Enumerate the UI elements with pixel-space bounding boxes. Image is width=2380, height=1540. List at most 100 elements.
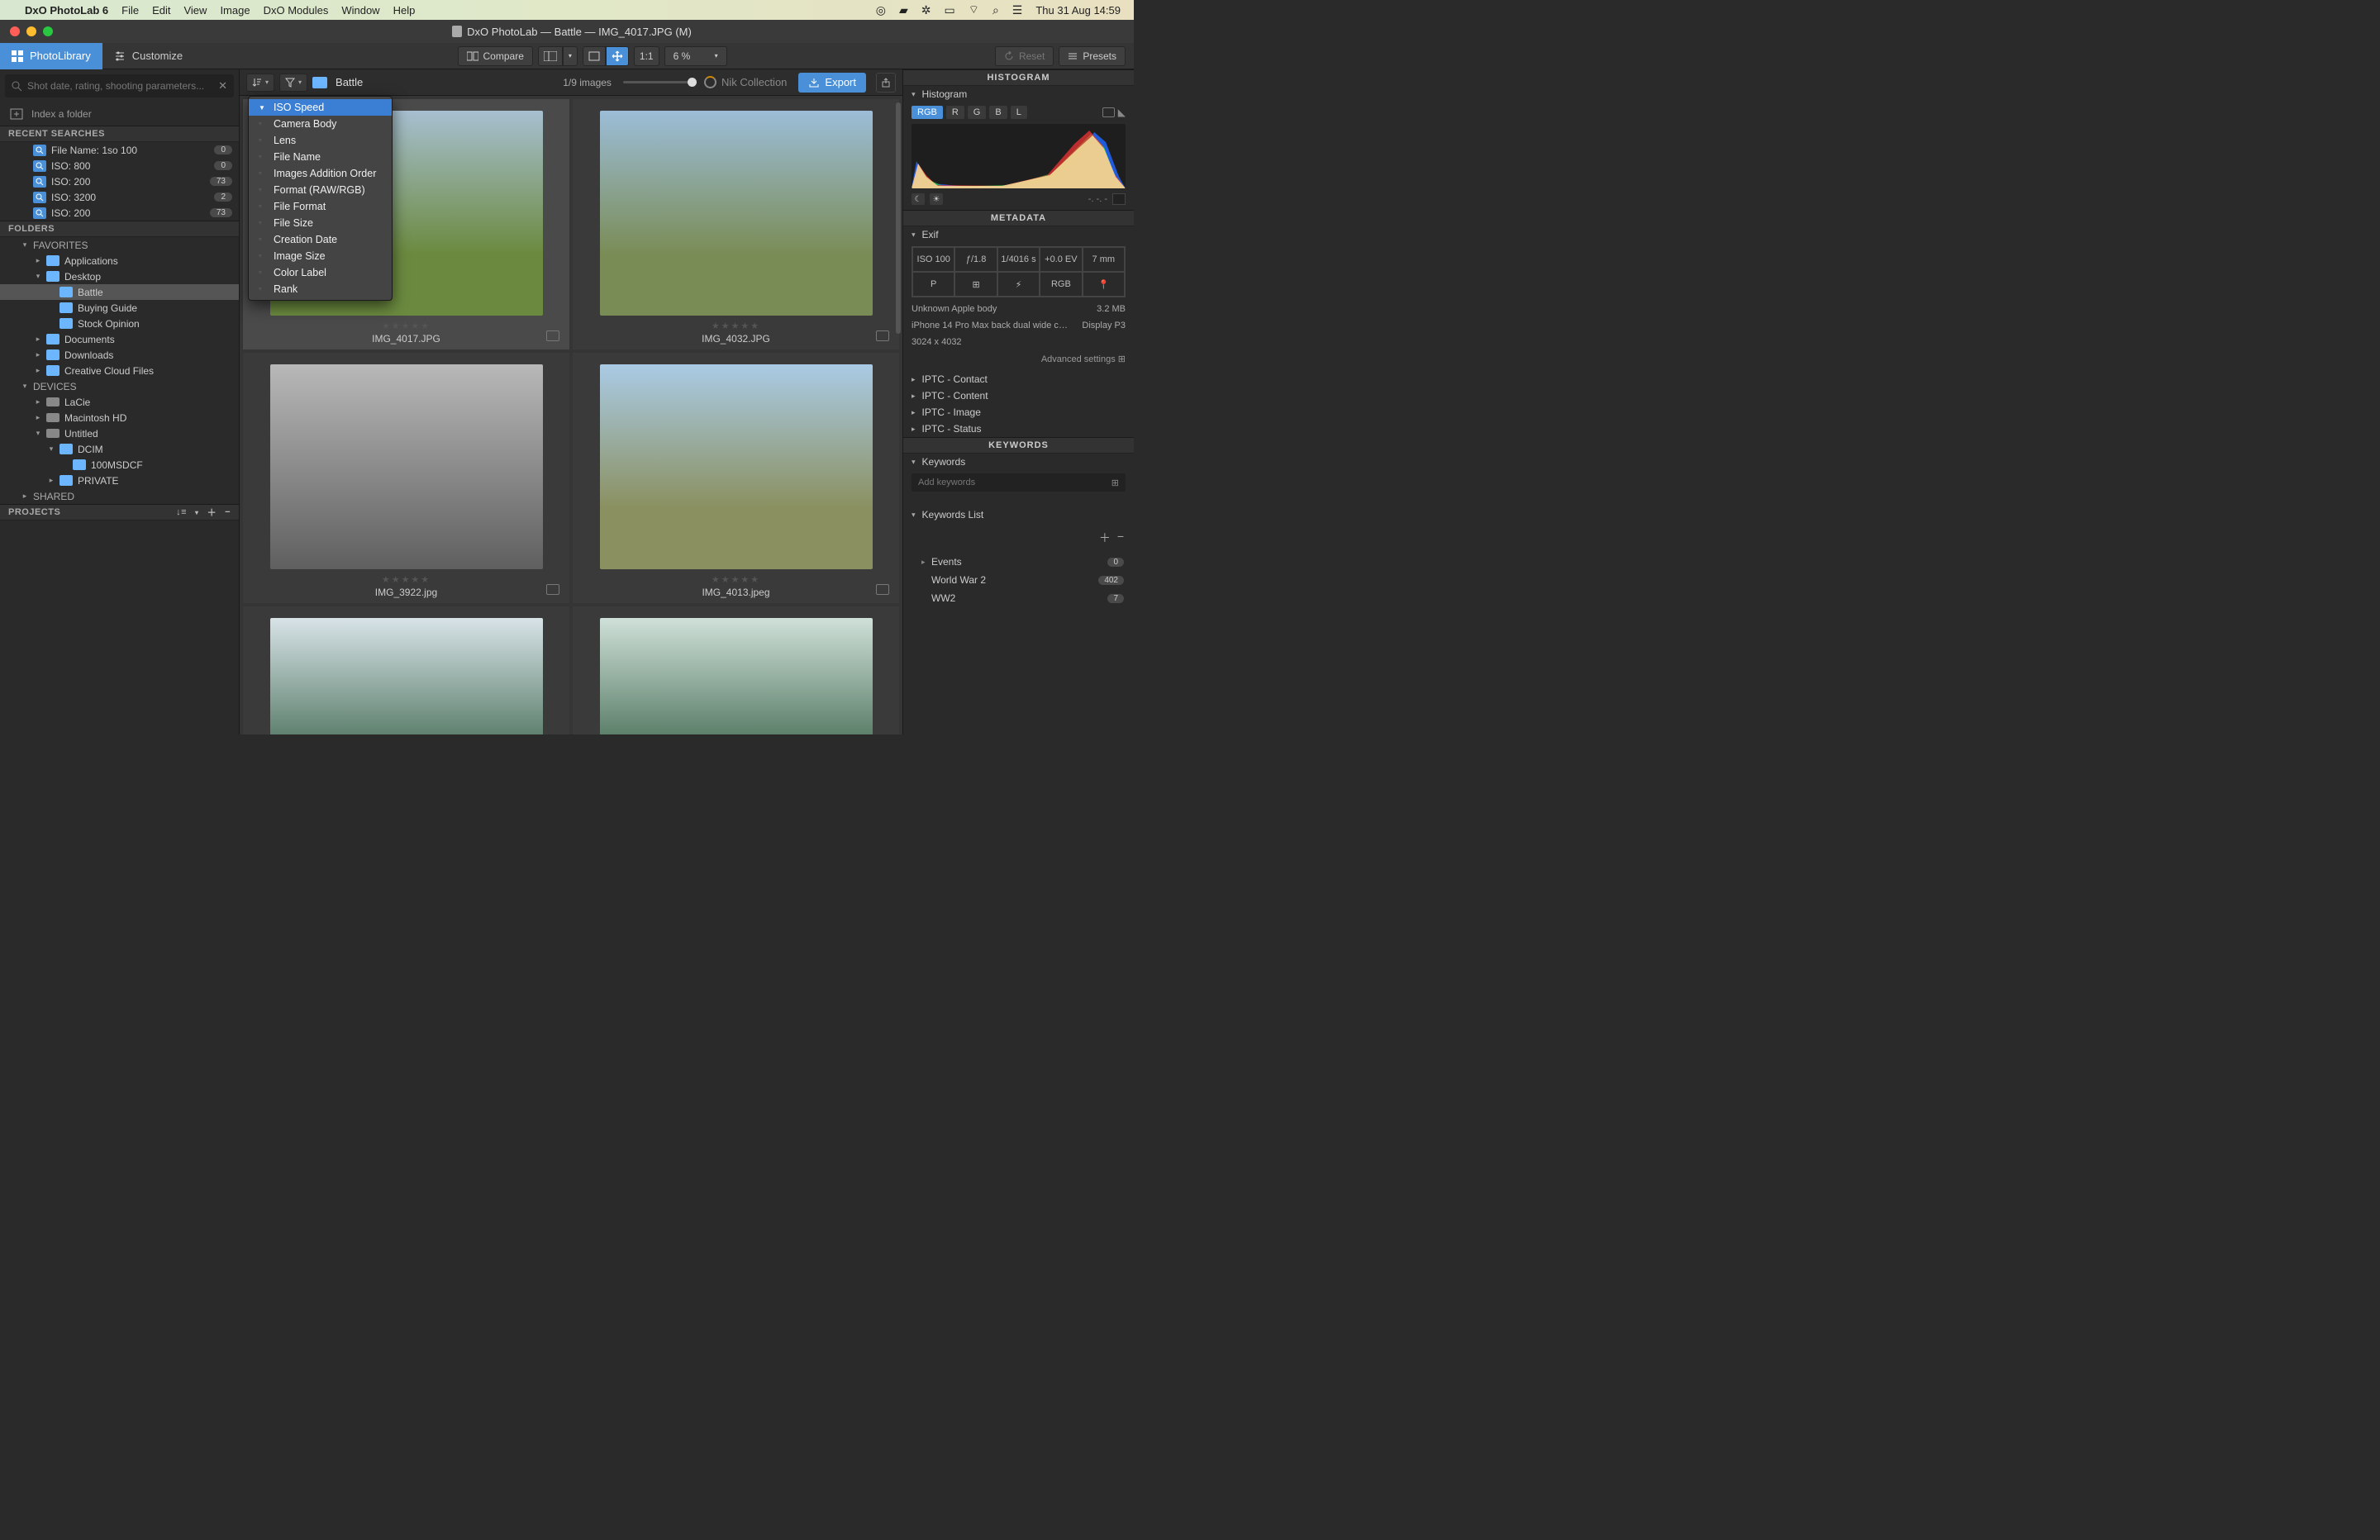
thumbnail-cell[interactable]: ★★★★★ IMG_4013.jpeg: [573, 353, 899, 603]
shadow-clip-icon[interactable]: ☾: [912, 193, 925, 205]
keyword-ww2b[interactable]: WW27: [903, 589, 1134, 607]
menu-help[interactable]: Help: [393, 4, 416, 17]
search-input[interactable]: Shot date, rating, shooting parameters..…: [5, 74, 234, 97]
rating-stars[interactable]: ★★★★★: [382, 321, 431, 331]
minimize-icon[interactable]: [26, 26, 36, 36]
breadcrumb[interactable]: Battle: [336, 76, 363, 88]
filter-button[interactable]: ▾: [279, 74, 307, 92]
sort-icon[interactable]: ↓≡: [176, 507, 187, 517]
folder-100msdcf[interactable]: ▸100MSDCF: [0, 457, 239, 473]
zoom-icon[interactable]: [43, 26, 53, 36]
tab-customize[interactable]: Customize: [102, 43, 194, 69]
device-lacie[interactable]: ▸LaCie: [0, 394, 239, 410]
rating-stars[interactable]: ★★★★★: [712, 321, 760, 331]
display-icon[interactable]: [1102, 107, 1115, 117]
ratio-button[interactable]: 1:1: [634, 46, 659, 66]
index-folder-button[interactable]: Index a folder: [0, 102, 239, 126]
channel-l[interactable]: L: [1011, 106, 1027, 119]
fit-button[interactable]: [583, 46, 606, 66]
sort-option[interactable]: ○File Size: [249, 215, 392, 231]
devices-header[interactable]: ▾DEVICES: [0, 378, 239, 394]
recent-search-row[interactable]: ISO: 32002: [0, 189, 239, 205]
menu-modules[interactable]: DxO Modules: [264, 4, 329, 17]
iptc-content[interactable]: ▸IPTC - Content: [903, 387, 1134, 404]
channel-b[interactable]: B: [989, 106, 1007, 119]
sort-option[interactable]: ○Creation Date: [249, 231, 392, 248]
reset-button[interactable]: Reset: [995, 46, 1054, 66]
hierarchy-icon[interactable]: ⊞: [1111, 478, 1119, 488]
share-button[interactable]: [876, 73, 896, 93]
add-project-icon[interactable]: ＋: [207, 506, 217, 519]
favorites-header[interactable]: ▾FAVORITES: [0, 237, 239, 253]
sort-option[interactable]: ▼ISO Speed: [249, 99, 392, 116]
advanced-settings-button[interactable]: Advanced settings ⊞: [1041, 354, 1126, 364]
slider-thumb[interactable]: [688, 78, 697, 87]
shared-header[interactable]: ▸SHARED: [0, 488, 239, 504]
export-button[interactable]: Export: [798, 73, 866, 93]
clear-icon[interactable]: ✕: [218, 79, 227, 93]
sort-option[interactable]: ○Format (RAW/RGB): [249, 182, 392, 198]
thumbnail-cell[interactable]: ★★★★★: [573, 606, 899, 734]
thumbnail-size-slider[interactable]: [623, 81, 693, 83]
remove-project-icon[interactable]: −: [225, 507, 231, 517]
thumbnail-cell[interactable]: ★★★★★: [243, 606, 569, 734]
iptc-status[interactable]: ▸IPTC - Status: [903, 421, 1134, 437]
menu-file[interactable]: File: [121, 4, 139, 17]
recent-search-row[interactable]: ISO: 8000: [0, 158, 239, 173]
keywords-list-section[interactable]: ▸Keywords List: [903, 506, 1134, 523]
keyword-events[interactable]: ▸Events0: [903, 553, 1134, 571]
battery-icon[interactable]: ▭: [945, 3, 955, 17]
zoom-dropdown[interactable]: 6 % ▾: [664, 46, 727, 66]
sort-option[interactable]: ○File Format: [249, 198, 392, 215]
recent-search-row[interactable]: File Name: 1so 1000: [0, 142, 239, 158]
iptc-image[interactable]: ▸IPTC - Image: [903, 404, 1134, 421]
sort-option[interactable]: ○Camera Body: [249, 116, 392, 132]
chevron-down-icon[interactable]: ▾: [195, 509, 199, 516]
rating-stars[interactable]: ★★★★★: [712, 574, 760, 585]
notification-icon[interactable]: ▰: [899, 3, 908, 17]
cc-icon[interactable]: ◎: [876, 3, 886, 17]
sort-button[interactable]: ▾: [246, 74, 274, 92]
thumbnail-cell[interactable]: ★★★★★ IMG_4032.JPG: [573, 99, 899, 349]
folder-cc-files[interactable]: ▸Creative Cloud Files: [0, 363, 239, 378]
close-icon[interactable]: [10, 26, 20, 36]
shutter-icon[interactable]: ✲: [921, 3, 931, 17]
highlight-clip-icon[interactable]: ☀: [930, 193, 943, 205]
rating-stars[interactable]: ★★★★★: [382, 574, 431, 585]
compare-button[interactable]: Compare: [458, 46, 533, 66]
menu-image[interactable]: Image: [220, 4, 250, 17]
sort-option[interactable]: ○Image Size: [249, 248, 392, 264]
channel-r[interactable]: R: [946, 106, 964, 119]
folder-buying-guide[interactable]: Buying Guide: [0, 300, 239, 316]
folder-stock-opinion[interactable]: Stock Opinion: [0, 316, 239, 331]
folder-battle[interactable]: Battle: [0, 284, 239, 300]
picker-icon[interactable]: ◣: [1118, 107, 1126, 118]
folder-dcim[interactable]: ▾DCIM: [0, 441, 239, 457]
keywords-section[interactable]: ▸Keywords: [903, 454, 1134, 470]
sort-option[interactable]: ○Images Addition Order: [249, 165, 392, 182]
sort-option[interactable]: ○File Name: [249, 149, 392, 165]
menu-view[interactable]: View: [183, 4, 207, 17]
sort-option[interactable]: ○Lens: [249, 132, 392, 149]
control-center-icon[interactable]: ☰: [1012, 3, 1023, 17]
recent-search-row[interactable]: ISO: 20073: [0, 173, 239, 189]
layout-dropdown[interactable]: ▾: [563, 46, 578, 66]
device-untitled[interactable]: ▾Untitled: [0, 425, 239, 441]
sort-option[interactable]: ○Color Label: [249, 264, 392, 281]
spotlight-icon[interactable]: ⌕: [992, 3, 999, 17]
layout-button[interactable]: [538, 46, 563, 66]
folder-downloads[interactable]: ▸Downloads: [0, 347, 239, 363]
add-keywords-input[interactable]: Add keywords ⊞: [912, 473, 1126, 492]
folder-private[interactable]: ▸PRIVATE: [0, 473, 239, 488]
thumbnail-cell[interactable]: ★★★★★ IMG_3922.jpg: [243, 353, 569, 603]
nik-collection-button[interactable]: Nik Collection: [704, 76, 787, 88]
add-keyword-button[interactable]: ＋: [1099, 530, 1111, 546]
menu-edit[interactable]: Edit: [152, 4, 170, 17]
device-macintosh-hd[interactable]: ▸Macintosh HD: [0, 410, 239, 425]
iptc-contact[interactable]: ▸IPTC - Contact: [903, 371, 1134, 387]
keyword-ww2[interactable]: World War 2402: [903, 571, 1134, 589]
app-name[interactable]: DxO PhotoLab 6: [25, 4, 108, 17]
folder-documents[interactable]: ▸Documents: [0, 331, 239, 347]
histogram-section[interactable]: ▸Histogram: [903, 86, 1134, 102]
clock[interactable]: Thu 31 Aug 14:59: [1035, 4, 1121, 17]
